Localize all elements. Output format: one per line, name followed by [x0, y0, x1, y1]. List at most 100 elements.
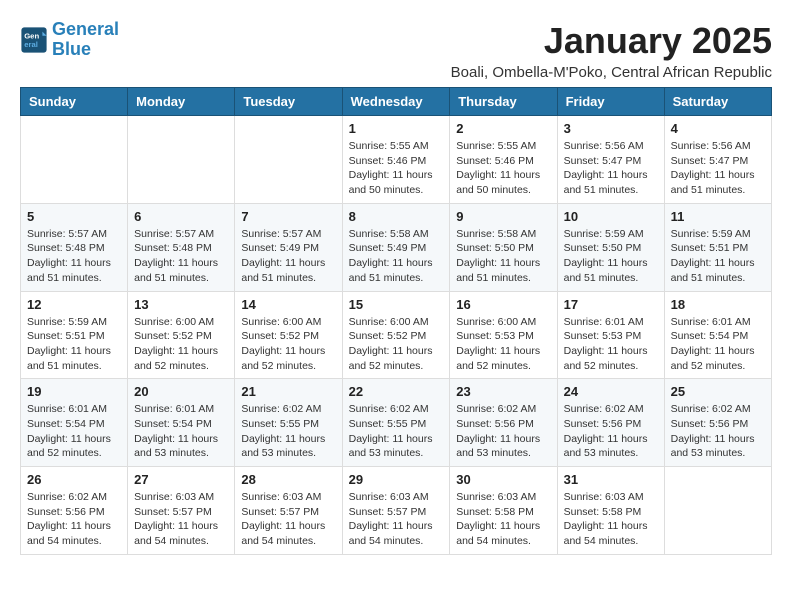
weekday-header-thursday: Thursday — [450, 88, 557, 116]
calendar-cell: 28 Sunrise: 6:03 AM Sunset: 5:57 PM Dayli… — [235, 467, 342, 555]
day-info: Sunrise: 5:56 AM Sunset: 5:47 PM Dayligh… — [671, 139, 765, 198]
day-number: 10 — [564, 209, 658, 224]
day-number: 15 — [349, 297, 444, 312]
day-number: 19 — [27, 384, 121, 399]
calendar-cell: 6 Sunrise: 5:57 AM Sunset: 5:48 PM Daylig… — [128, 203, 235, 291]
day-info: Sunrise: 6:02 AM Sunset: 5:56 PM Dayligh… — [27, 490, 121, 549]
title-section: January 2025 Boali, Ombella-M'Poko, Cent… — [451, 20, 772, 81]
logo: Gen eral General Blue — [20, 20, 119, 60]
day-number: 3 — [564, 121, 658, 136]
calendar-cell: 8 Sunrise: 5:58 AM Sunset: 5:49 PM Daylig… — [342, 203, 450, 291]
day-info: Sunrise: 5:55 AM Sunset: 5:46 PM Dayligh… — [456, 139, 550, 198]
day-number: 20 — [134, 384, 228, 399]
day-number: 4 — [671, 121, 765, 136]
day-info: Sunrise: 6:00 AM Sunset: 5:52 PM Dayligh… — [349, 315, 444, 374]
week-row-2: 5 Sunrise: 5:57 AM Sunset: 5:48 PM Daylig… — [21, 203, 772, 291]
day-info: Sunrise: 6:00 AM Sunset: 5:53 PM Dayligh… — [456, 315, 550, 374]
calendar-cell: 20 Sunrise: 6:01 AM Sunset: 5:54 PM Dayli… — [128, 379, 235, 467]
day-number: 18 — [671, 297, 765, 312]
day-info: Sunrise: 6:03 AM Sunset: 5:57 PM Dayligh… — [134, 490, 228, 549]
calendar-cell: 1 Sunrise: 5:55 AM Sunset: 5:46 PM Daylig… — [342, 116, 450, 204]
calendar-cell: 19 Sunrise: 6:01 AM Sunset: 5:54 PM Dayli… — [21, 379, 128, 467]
svg-text:eral: eral — [24, 40, 38, 49]
svg-text:Gen: Gen — [24, 31, 39, 40]
day-number: 2 — [456, 121, 550, 136]
day-info: Sunrise: 5:57 AM Sunset: 5:49 PM Dayligh… — [241, 227, 335, 286]
day-number: 17 — [564, 297, 658, 312]
calendar-table: SundayMondayTuesdayWednesdayThursdayFrid… — [20, 87, 772, 555]
calendar-cell: 14Sunrise: 6:00 AM Sunset: 5:52 PM Dayli… — [235, 291, 342, 379]
day-number: 31 — [564, 472, 658, 487]
calendar-cell: 12Sunrise: 5:59 AM Sunset: 5:51 PM Dayli… — [21, 291, 128, 379]
calendar-cell: 13Sunrise: 6:00 AM Sunset: 5:52 PM Dayli… — [128, 291, 235, 379]
day-info: Sunrise: 6:02 AM Sunset: 5:56 PM Dayligh… — [564, 402, 658, 461]
calendar-cell: 24 Sunrise: 6:02 AM Sunset: 5:56 PM Dayli… — [557, 379, 664, 467]
day-number: 6 — [134, 209, 228, 224]
calendar-cell: 7 Sunrise: 5:57 AM Sunset: 5:49 PM Daylig… — [235, 203, 342, 291]
day-info: Sunrise: 6:02 AM Sunset: 5:55 PM Dayligh… — [241, 402, 335, 461]
day-info: Sunrise: 6:02 AM Sunset: 5:55 PM Dayligh… — [349, 402, 444, 461]
day-number: 8 — [349, 209, 444, 224]
day-number: 25 — [671, 384, 765, 399]
day-info: Sunrise: 6:00 AM Sunset: 5:52 PM Dayligh… — [241, 315, 335, 374]
day-number: 9 — [456, 209, 550, 224]
day-info: Sunrise: 5:59 AM Sunset: 5:51 PM Dayligh… — [671, 227, 765, 286]
calendar-cell: 22 Sunrise: 6:02 AM Sunset: 5:55 PM Dayli… — [342, 379, 450, 467]
weekday-header-monday: Monday — [128, 88, 235, 116]
day-info: Sunrise: 6:03 AM Sunset: 5:58 PM Dayligh… — [564, 490, 658, 549]
day-number: 27 — [134, 472, 228, 487]
calendar-cell: 9 Sunrise: 5:58 AM Sunset: 5:50 PM Daylig… — [450, 203, 557, 291]
day-info: Sunrise: 5:57 AM Sunset: 5:48 PM Dayligh… — [27, 227, 121, 286]
calendar-cell: 3 Sunrise: 5:56 AM Sunset: 5:47 PM Daylig… — [557, 116, 664, 204]
calendar-body: 1 Sunrise: 5:55 AM Sunset: 5:46 PM Daylig… — [21, 116, 772, 555]
day-number: 1 — [349, 121, 444, 136]
day-info: Sunrise: 5:58 AM Sunset: 5:50 PM Dayligh… — [456, 227, 550, 286]
calendar-cell: 25Sunrise: 6:02 AM Sunset: 5:56 PM Dayli… — [664, 379, 771, 467]
logo-line1: General — [52, 19, 119, 39]
day-info: Sunrise: 5:57 AM Sunset: 5:48 PM Dayligh… — [134, 227, 228, 286]
day-info: Sunrise: 6:03 AM Sunset: 5:57 PM Dayligh… — [349, 490, 444, 549]
day-info: Sunrise: 5:59 AM Sunset: 5:51 PM Dayligh… — [27, 315, 121, 374]
calendar-cell: 18 Sunrise: 6:01 AM Sunset: 5:54 PM Dayli… — [664, 291, 771, 379]
day-number: 5 — [27, 209, 121, 224]
calendar-cell: 15 Sunrise: 6:00 AM Sunset: 5:52 PM Dayli… — [342, 291, 450, 379]
calendar-cell — [664, 467, 771, 555]
day-number: 16 — [456, 297, 550, 312]
day-info: Sunrise: 5:56 AM Sunset: 5:47 PM Dayligh… — [564, 139, 658, 198]
logo-icon: Gen eral — [20, 26, 48, 54]
weekday-header-friday: Friday — [557, 88, 664, 116]
day-info: Sunrise: 5:58 AM Sunset: 5:49 PM Dayligh… — [349, 227, 444, 286]
day-info: Sunrise: 6:03 AM Sunset: 5:57 PM Dayligh… — [241, 490, 335, 549]
weekday-header-wednesday: Wednesday — [342, 88, 450, 116]
calendar-cell: 11 Sunrise: 5:59 AM Sunset: 5:51 PM Dayli… — [664, 203, 771, 291]
day-info: Sunrise: 6:01 AM Sunset: 5:54 PM Dayligh… — [671, 315, 765, 374]
day-number: 7 — [241, 209, 335, 224]
day-info: Sunrise: 6:01 AM Sunset: 5:53 PM Dayligh… — [564, 315, 658, 374]
day-number: 26 — [27, 472, 121, 487]
weekday-header-saturday: Saturday — [664, 88, 771, 116]
day-info: Sunrise: 5:55 AM Sunset: 5:46 PM Dayligh… — [349, 139, 444, 198]
day-info: Sunrise: 6:00 AM Sunset: 5:52 PM Dayligh… — [134, 315, 228, 374]
day-info: Sunrise: 6:01 AM Sunset: 5:54 PM Dayligh… — [27, 402, 121, 461]
week-row-1: 1 Sunrise: 5:55 AM Sunset: 5:46 PM Daylig… — [21, 116, 772, 204]
week-row-3: 12Sunrise: 5:59 AM Sunset: 5:51 PM Dayli… — [21, 291, 772, 379]
calendar-cell — [21, 116, 128, 204]
calendar-cell: 16 Sunrise: 6:00 AM Sunset: 5:53 PM Dayli… — [450, 291, 557, 379]
calendar-cell — [235, 116, 342, 204]
logo-text: General Blue — [52, 20, 119, 60]
calendar-cell: 17 Sunrise: 6:01 AM Sunset: 5:53 PM Dayli… — [557, 291, 664, 379]
day-info: Sunrise: 6:03 AM Sunset: 5:58 PM Dayligh… — [456, 490, 550, 549]
logo-line2: Blue — [52, 39, 91, 59]
day-info: Sunrise: 6:01 AM Sunset: 5:54 PM Dayligh… — [134, 402, 228, 461]
day-number: 21 — [241, 384, 335, 399]
day-number: 28 — [241, 472, 335, 487]
calendar-cell: 30Sunrise: 6:03 AM Sunset: 5:58 PM Dayli… — [450, 467, 557, 555]
day-number: 22 — [349, 384, 444, 399]
calendar-cell: 23Sunrise: 6:02 AM Sunset: 5:56 PM Dayli… — [450, 379, 557, 467]
day-number: 11 — [671, 209, 765, 224]
calendar-cell: 27 Sunrise: 6:03 AM Sunset: 5:57 PM Dayli… — [128, 467, 235, 555]
calendar-cell: 2 Sunrise: 5:55 AM Sunset: 5:46 PM Daylig… — [450, 116, 557, 204]
calendar-cell: 10Sunrise: 5:59 AM Sunset: 5:50 PM Dayli… — [557, 203, 664, 291]
weekday-header-row: SundayMondayTuesdayWednesdayThursdayFrid… — [21, 88, 772, 116]
day-number: 24 — [564, 384, 658, 399]
